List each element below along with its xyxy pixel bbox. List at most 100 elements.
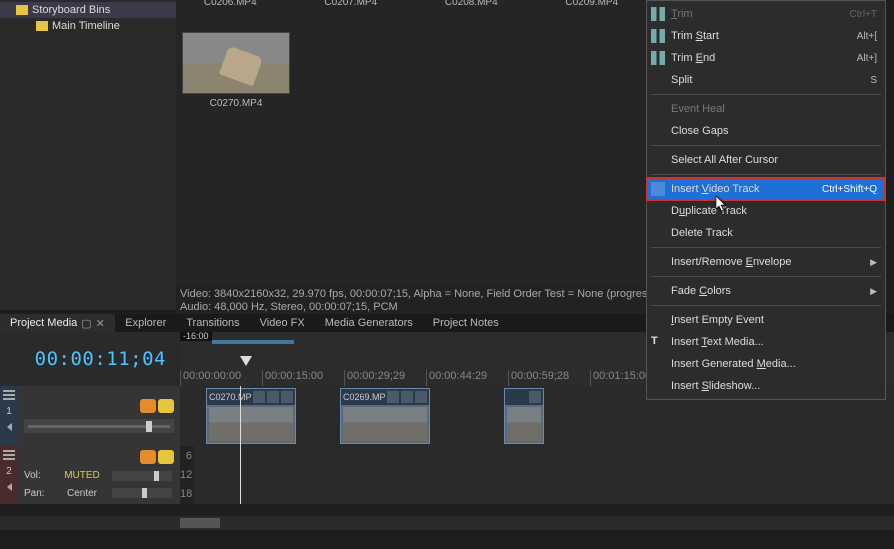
clip-menu-icon[interactable] <box>281 391 293 403</box>
media-thumb[interactable]: C0206.MP4 <box>180 0 281 8</box>
video-clip[interactable] <box>504 388 544 444</box>
hamburger-icon[interactable] <box>3 450 15 452</box>
thumbnail-image <box>182 32 290 94</box>
video-track-controls <box>18 386 180 446</box>
menu-separator <box>651 276 881 277</box>
collapse-icon[interactable] <box>7 423 12 431</box>
menu-label: Insert Empty Event <box>671 314 764 326</box>
track-handle[interactable]: 2 <box>0 446 18 504</box>
video-clip[interactable]: C0270.MP4 <box>206 388 296 444</box>
menu-label: Trim Start <box>671 30 719 42</box>
menu-item-insert-text-media[interactable]: Insert Text Media... <box>647 331 885 353</box>
clip-crop-icon[interactable] <box>387 391 399 403</box>
menu-item-insert-video-track[interactable]: Insert Video Track Ctrl+Shift+Q <box>647 178 885 200</box>
menu-separator <box>651 174 881 175</box>
tree-item-storyboard-bins[interactable]: Storyboard Bins <box>0 2 176 18</box>
tree-label: Main Timeline <box>52 20 120 32</box>
media-thumb[interactable]: C0207.MP4 <box>301 0 402 8</box>
menu-item-insert-remove-envelope[interactable]: Insert/Remove Envelope▶ <box>647 251 885 273</box>
menu-item-trim: TrimCtrl+T <box>647 3 885 25</box>
audio-track-2: 2 Vol: MUTED Pan: Center 6 12 18 <box>0 446 894 504</box>
menu-label: Close Gaps <box>671 125 728 137</box>
menu-separator <box>651 247 881 248</box>
volume-value: MUTED <box>58 470 106 481</box>
menu-item-event-heal: Event Heal <box>647 98 885 120</box>
menu-item-fade-colors[interactable]: Fade Colors▶ <box>647 280 885 302</box>
hamburger-icon[interactable] <box>3 390 15 392</box>
menu-item-insert-generated-media[interactable]: Insert Generated Media... <box>647 353 885 375</box>
menu-label: Trim End <box>671 52 715 64</box>
solo-icon[interactable] <box>158 399 174 413</box>
menu-shortcut: Alt+[ <box>857 31 877 42</box>
txt-icon <box>651 335 665 349</box>
clip-menu-icon[interactable] <box>529 391 541 403</box>
tab-transitions[interactable]: Transitions <box>176 314 249 332</box>
menu-item-duplicate-track[interactable]: Duplicate Track <box>647 200 885 222</box>
playhead[interactable] <box>240 386 241 446</box>
tree-item-main-timeline[interactable]: Main Timeline <box>0 18 176 34</box>
menu-item-delete-track[interactable]: Delete Track <box>647 222 885 244</box>
tree-label: Storyboard Bins <box>32 4 110 16</box>
menu-label: Split <box>671 74 692 86</box>
media-thumb-selected[interactable]: C0270.MP4 <box>180 8 292 109</box>
menu-shortcut: Ctrl+Shift+Q <box>822 184 877 195</box>
solo-icon[interactable] <box>158 450 174 464</box>
tab-video-fx[interactable]: Video FX <box>250 314 315 332</box>
track-handle[interactable]: 1 <box>0 386 18 446</box>
undock-icon[interactable]: ▢ <box>81 318 91 328</box>
video-clip[interactable]: C0269.MP4 <box>340 388 430 444</box>
media-browser: C0206.MP4 C0207.MP4 C0208.MP4 C0209.MP4 … <box>176 0 646 286</box>
audio-track-lane[interactable] <box>194 446 894 504</box>
menu-label: Delete Track <box>671 227 733 239</box>
level-slider[interactable] <box>24 419 174 433</box>
rate-slider[interactable]: -16:00 <box>204 335 294 349</box>
menu-item-trim-start[interactable]: Trim Start Alt+[ <box>647 25 885 47</box>
menu-item-select-all-after-cursor[interactable]: Select All After Cursor <box>647 149 885 171</box>
menu-separator <box>651 305 881 306</box>
bypass-fx-icon[interactable] <box>140 399 156 413</box>
timecode-display[interactable]: 00:00:11;04 <box>0 332 180 386</box>
clip-fx-icon[interactable] <box>401 391 413 403</box>
clip-menu-icon[interactable] <box>415 391 427 403</box>
menu-label: Duplicate Track <box>671 205 747 217</box>
tab-explorer[interactable]: Explorer <box>115 314 176 332</box>
tab-media-generators[interactable]: Media Generators <box>315 314 423 332</box>
pan-slider[interactable] <box>112 488 172 498</box>
clip-fx-icon[interactable] <box>267 391 279 403</box>
playhead[interactable] <box>240 446 241 504</box>
menu-label: Trim <box>671 8 693 20</box>
project-tree: Storyboard Bins Main Timeline <box>0 0 176 310</box>
menu-label: Insert Text Media... <box>671 336 764 348</box>
track-icon <box>651 182 665 196</box>
menu-item-close-gaps[interactable]: Close Gaps <box>647 120 885 142</box>
menu-shortcut: Alt+] <box>857 53 877 64</box>
trim-icon <box>651 29 665 43</box>
bypass-fx-icon[interactable] <box>140 450 156 464</box>
menu-item-insert-empty-event[interactable]: Insert Empty Event <box>647 309 885 331</box>
media-thumb[interactable]: C0209.MP4 <box>542 0 643 8</box>
menu-label: Insert Generated Media... <box>671 358 796 370</box>
folder-icon <box>16 5 28 15</box>
menu-label: Insert Slideshow... <box>671 380 760 392</box>
tab-project-media[interactable]: Project Media ▢ ✕ <box>0 314 115 332</box>
menu-item-insert-slideshow[interactable]: Insert Slideshow... <box>647 375 885 397</box>
collapse-icon[interactable] <box>7 483 12 491</box>
playhead-marker-icon[interactable] <box>240 356 252 366</box>
timeline-scrollbar[interactable] <box>0 516 894 530</box>
db-meter-scale: 6 12 18 <box>180 446 194 504</box>
chevron-right-icon: ▶ <box>870 286 877 297</box>
folder-icon <box>36 21 48 31</box>
cursor-icon <box>716 196 728 212</box>
menu-item-trim-end[interactable]: Trim End Alt+] <box>647 47 885 69</box>
trim-icon <box>651 51 665 65</box>
pan-value: Center <box>58 488 106 499</box>
clip-crop-icon[interactable] <box>253 391 265 403</box>
media-thumb[interactable]: C0208.MP4 <box>421 0 522 8</box>
menu-label: Event Heal <box>671 103 725 115</box>
volume-slider[interactable] <box>112 471 172 481</box>
menu-item-split[interactable]: SplitS <box>647 69 885 91</box>
trim-icon <box>651 7 665 21</box>
menu-label: Insert Video Track <box>671 183 759 195</box>
tab-project-notes[interactable]: Project Notes <box>423 314 509 332</box>
close-icon[interactable]: ✕ <box>95 318 105 328</box>
